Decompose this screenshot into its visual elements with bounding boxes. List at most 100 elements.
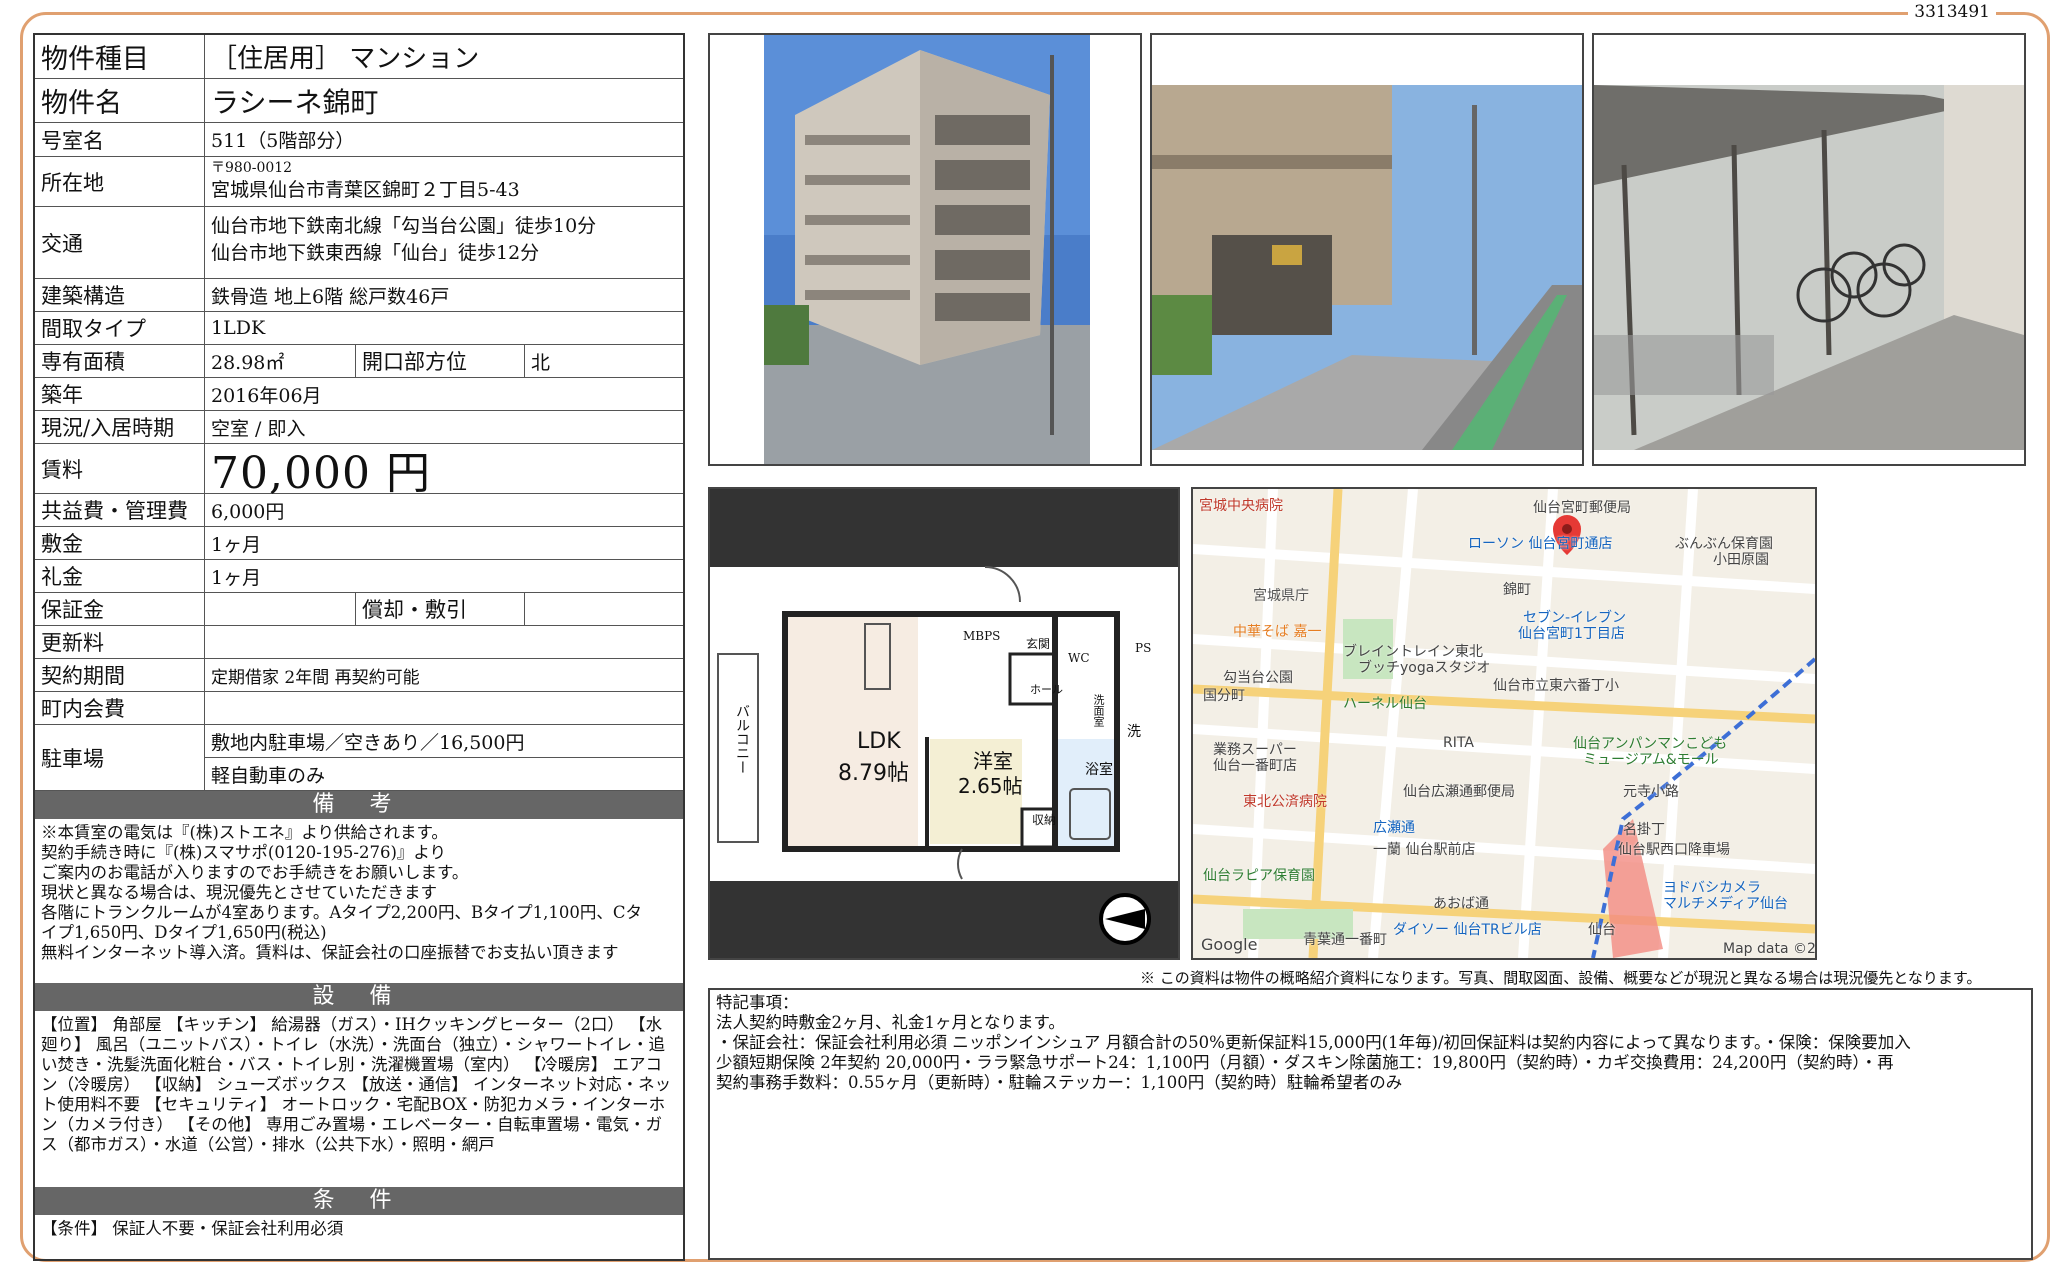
remarks-line: 無料インターネット導入済。賃料は、保証会社の口座振替でお支払い頂きます (41, 943, 619, 962)
guarantee-label: 保証金 (35, 593, 205, 625)
status-label: 現況/入居時期 (35, 411, 205, 443)
layout-label: 間取タイプ (35, 312, 205, 344)
fp-balcony: バルコニー (734, 704, 750, 774)
keymoney-value: 1ヶ月 (211, 566, 262, 589)
rent-value: 70,000 円 (211, 447, 431, 499)
map-label: 宮城中央病院 (1199, 498, 1283, 514)
postal-code: 〒980-0012 (211, 160, 293, 176)
map-label: 仙台一番町店 (1213, 758, 1297, 774)
fp-sen: 洗 (1127, 724, 1141, 740)
map-label: 広瀬通 (1373, 820, 1415, 836)
fp-you-size: 2.65帖 (958, 774, 1023, 798)
remarks-line: 現状と異なる場合は、現況優先とさせていただきます (41, 883, 437, 902)
map-label: 宮城県庁 (1253, 588, 1309, 604)
building-exterior-photo (708, 33, 1142, 466)
map-label: 仙台宮町郵便局 (1533, 500, 1631, 516)
fee-value: 6,000円 (211, 500, 285, 523)
guarantee-value (205, 593, 355, 625)
floor-plan: MBPS 玄関 WC PS ホール 洗面室 洗 バルコニー LDK 8.79帖 … (708, 487, 1180, 960)
amortization-value (525, 593, 683, 625)
map-label: 名掛丁 (1623, 822, 1665, 838)
address-value: 宮城県仙台市青葉区錦町２丁目5-43 (211, 179, 520, 201)
built-label: 築年 (35, 378, 205, 410)
map-label: ミュージアム&モール (1583, 752, 1719, 768)
remarks-line: イプ1,650円、Dタイプ1,650円(税込) (41, 923, 327, 942)
disclaimer: ※ この資料は物件の概略紹介資料になります。写真、間取図面、設備、概要などが現況… (1140, 969, 1982, 987)
fp-genkan: 玄関 (1026, 637, 1051, 651)
address-label: 所在地 (35, 157, 205, 206)
map-label: 仙台ラピア保育園 (1203, 868, 1315, 884)
renewal-label: 更新料 (35, 626, 205, 658)
room-label: 号室名 (35, 123, 205, 156)
special-notes: 特記事項： 法人契約時敷金2ヶ月、礼金1ヶ月となります。 ・保証会社：保証会社利… (708, 988, 2033, 1260)
map-label: 仙台駅西口降車場 (1618, 842, 1730, 858)
map-label: ブッチyogaスタジオ (1358, 660, 1491, 676)
document-id: 3313491 (1908, 2, 1996, 22)
map-label: Google (1201, 935, 1258, 954)
fp-senmen: 洗面室 (1092, 694, 1105, 727)
type-value: ［住居用］ マンション (211, 44, 480, 74)
map-label: 勾当台公園 (1223, 670, 1293, 686)
map-label: 一蘭 仙台駅前店 (1373, 842, 1476, 858)
map-label: ハーネル仙台 (1343, 696, 1427, 712)
contract-value: 定期借家 2年間 再契約可能 (211, 667, 420, 688)
built-value: 2016年06月 (211, 384, 322, 407)
map-label: 仙台 (1588, 922, 1616, 938)
area-label: 専有面積 (35, 345, 205, 377)
rent-label: 賃料 (35, 444, 205, 493)
access-label: 交通 (35, 207, 205, 278)
equipment-header: 設 備 (35, 983, 683, 1011)
special-title: 特記事項： (716, 993, 799, 1012)
parking-line-1: 敷地内駐車場／空きあり／16,500円 (205, 725, 683, 758)
entrance-photo (1150, 33, 1584, 466)
map-label: 青葉通一番町 (1303, 932, 1387, 948)
direction-label: 開口部方位 (355, 345, 525, 377)
structure-label: 建築構造 (35, 279, 205, 311)
location-map[interactable]: 宮城中央病院 仙台宮町郵便局 ローソン 仙台宮町通店 ぶんぶん保育園 小田原園 宮城県庁中… (1191, 487, 1817, 960)
layout-value: 1LDK (211, 317, 266, 339)
name-label: 物件名 (35, 79, 205, 122)
fp-hall: ホール (1030, 683, 1063, 696)
equipment-body: 【位置】 角部屋 【キッチン】 給湯器（ガス）・IHクッキングヒーター（2口） … (41, 1015, 672, 1154)
room-value: 511（5階部分） (211, 130, 355, 152)
conditions-body: 【条件】 保証人不要・保証会社利用必須 (41, 1219, 344, 1238)
access-line-1: 仙台市地下鉄南北線「勾当台公園」徒歩10分 (211, 215, 597, 237)
direction-value: 北 (531, 351, 551, 374)
conditions-header: 条 件 (35, 1187, 683, 1215)
special-line: 法人契約時敷金2ヶ月、礼金1ヶ月となります。 (716, 1013, 1065, 1032)
fp-bath: 浴室 (1085, 762, 1113, 778)
association-fee-value (205, 692, 683, 724)
remarks-body: ※本賃室の電気は『(株)ストエネ』より供給されます。 契約手続き時に『(株)スマ… (35, 819, 683, 983)
map-label: 錦町 (1503, 582, 1531, 598)
name-value: ラシーネ錦町 (211, 85, 379, 119)
deposit-label: 敷金 (35, 527, 205, 559)
map-label: マルチメディア仙台 (1663, 896, 1789, 912)
parking-label: 駐車場 (35, 725, 205, 790)
map-label: Map data ©2021 (1723, 941, 1816, 957)
fp-ps: PS (1135, 641, 1152, 655)
access-line-2: 仙台市地下鉄東西線「仙台」徒歩12分 (211, 242, 540, 264)
map-label: RITA (1443, 735, 1474, 751)
contract-label: 契約期間 (35, 659, 205, 691)
remarks-line: 契約手続き時に『(株)スマサポ(0120-195-276)』より (41, 843, 447, 862)
area-value: 28.98㎡ (211, 351, 285, 374)
map-label: あおば通 (1433, 896, 1489, 912)
property-table: 物件種目 ［住居用］ マンション 物件名 ラシーネ錦町 号室名 511（5階部分） 所… (33, 33, 685, 1261)
keymoney-label: 礼金 (35, 560, 205, 592)
fp-ldk-size: 8.79帖 (838, 761, 909, 786)
remarks-header: 備 考 (35, 791, 683, 819)
map-label: ローソン 仙台宮町通店 (1468, 536, 1613, 552)
remarks-line: ※本賃室の電気は『(株)ストエネ』より供給されます。 (41, 823, 448, 842)
map-label: 東北公済病院 (1243, 794, 1327, 810)
parking-line-2: 軽自動車のみ (211, 764, 326, 787)
map-label: 仙台宮町1丁目店 (1518, 626, 1625, 642)
special-line: 少額短期保険 2年契約 20,000円・ララ緊急サポート24：1,100円（月額… (716, 1053, 1894, 1072)
structure-value: 鉄骨造 地上6階 総戸数46戸 (211, 285, 450, 308)
map-label: 元寺小路 (1623, 784, 1679, 800)
map-label: 仙台市立東六番丁小 (1493, 678, 1619, 694)
special-line: ・保証会社：保証会社利用必須 ニッポンインシュア 月額合計の50%更新保証料15… (716, 1033, 1911, 1052)
association-fee-label: 町内会費 (35, 692, 205, 724)
remarks-line: 各階にトランクルームが4室あります。Aタイプ2,200円、Bタイプ1,100円、… (41, 903, 642, 922)
map-label: 国分町 (1203, 688, 1245, 704)
amortization-label: 償却・敷引 (355, 593, 525, 625)
